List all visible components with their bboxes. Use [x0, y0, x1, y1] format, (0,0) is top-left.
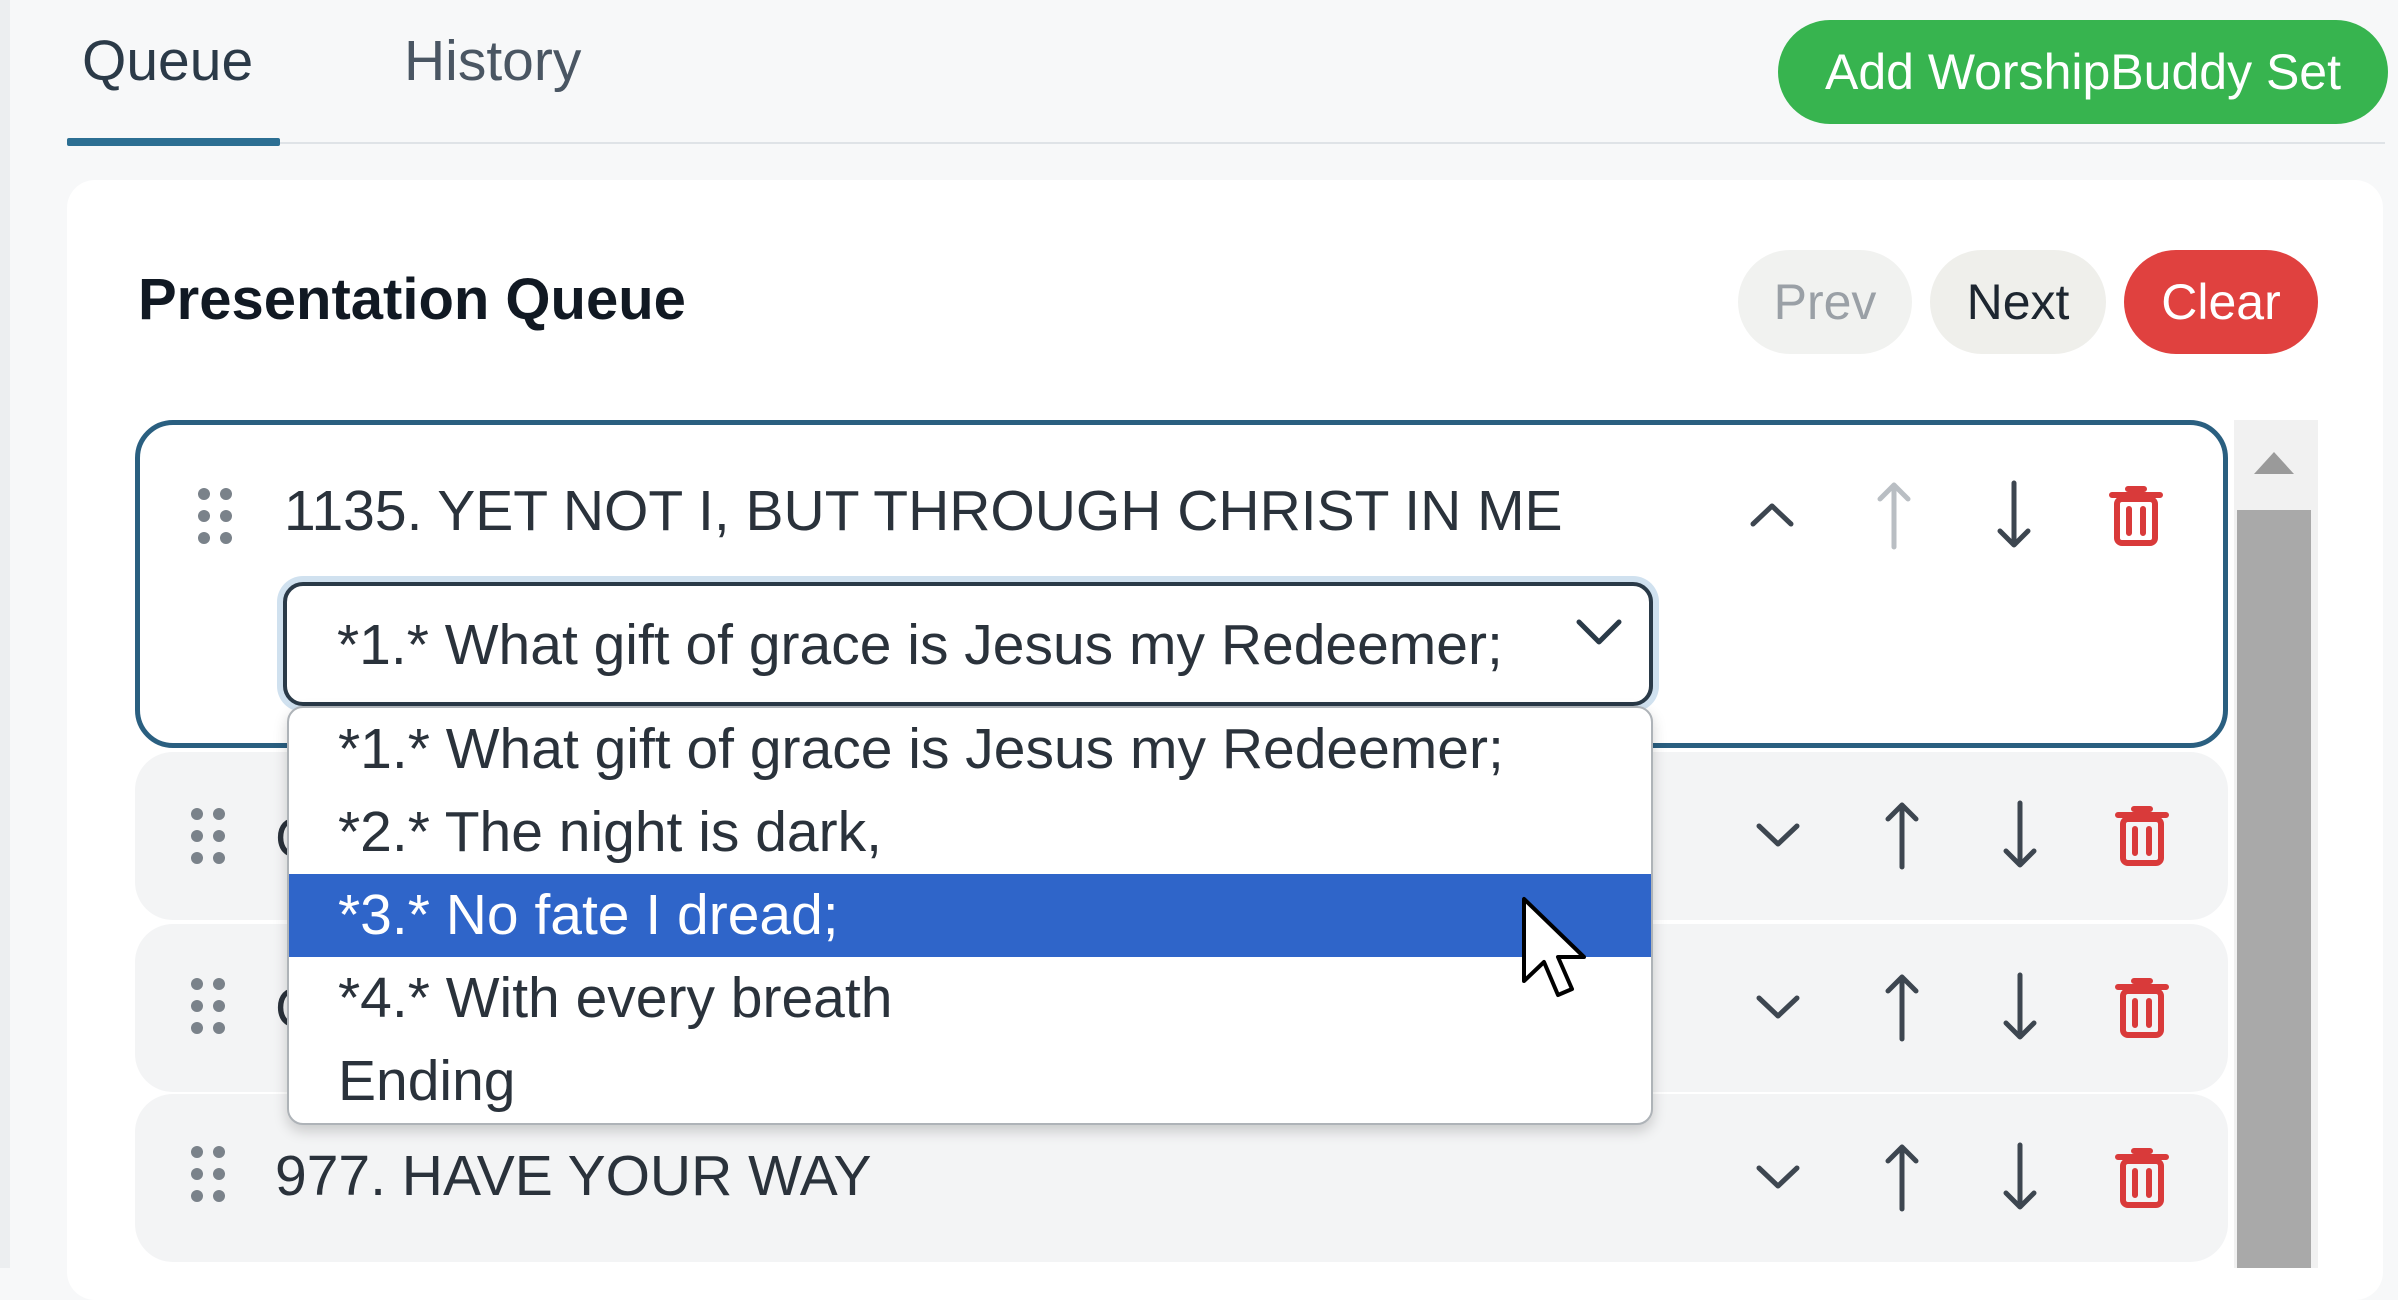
verse-select[interactable]: *1.* What gift of grace is Jesus my Rede… [283, 582, 1653, 706]
next-button[interactable]: Next [1930, 250, 2106, 354]
trash-icon[interactable] [2112, 1142, 2172, 1212]
drag-handle-icon[interactable] [191, 808, 225, 866]
page-title: Presentation Queue [138, 267, 686, 332]
arrow-down-icon[interactable] [1984, 480, 2044, 550]
verse-option[interactable]: *2.* The night is dark, [289, 791, 1651, 874]
arrow-up-icon[interactable] [1872, 800, 1932, 870]
drag-handle-icon[interactable] [191, 978, 225, 1036]
arrow-down-icon[interactable] [1990, 800, 2050, 870]
tab-history[interactable]: History [404, 28, 581, 94]
drag-handle-icon[interactable] [191, 1146, 225, 1204]
chevron-down-icon[interactable] [1748, 972, 1808, 1042]
chevron-down-icon [1575, 616, 1623, 653]
chevron-down-icon[interactable] [1748, 800, 1808, 870]
arrow-down-icon[interactable] [1990, 1142, 2050, 1212]
arrow-up-icon[interactable] [1872, 1142, 1932, 1212]
tabs-divider [67, 142, 2385, 144]
verse-option[interactable]: *4.* With every breath [289, 957, 1651, 1040]
clear-button[interactable]: Clear [2124, 250, 2318, 354]
drag-handle-icon[interactable] [198, 488, 232, 546]
chevron-down-icon[interactable] [1748, 1142, 1808, 1212]
verse-dropdown: *1.* What gift of grace is Jesus my Rede… [287, 706, 1653, 1125]
queue-item-title: 977. HAVE YOUR WAY [275, 1144, 872, 1208]
verse-option[interactable]: *1.* What gift of grace is Jesus my Rede… [289, 708, 1651, 791]
arrow-up-icon[interactable] [1864, 480, 1924, 550]
trash-icon[interactable] [2112, 800, 2172, 870]
verse-option-highlighted[interactable]: *3.* No fate I dread; [289, 874, 1651, 957]
prev-button[interactable]: Prev [1738, 250, 1912, 354]
arrow-down-icon[interactable] [1990, 972, 2050, 1042]
scroll-up-arrow-icon[interactable] [2254, 452, 2294, 474]
trash-icon[interactable] [2106, 480, 2166, 550]
mouse-cursor-icon [1520, 895, 1590, 1012]
chevron-up-icon[interactable] [1742, 480, 1802, 550]
add-worshipbuddy-set-button[interactable]: Add WorshipBuddy Set [1778, 20, 2388, 124]
queue-item-title: 1135. YET NOT I, BUT THROUGH CHRIST IN M… [284, 479, 1563, 543]
verse-option[interactable]: Ending [289, 1040, 1651, 1123]
left-edge [0, 0, 10, 1268]
arrow-up-icon[interactable] [1872, 972, 1932, 1042]
verse-select-value: *1.* What gift of grace is Jesus my Rede… [337, 613, 1503, 677]
scrollbar-thumb[interactable] [2237, 510, 2311, 1268]
active-tab-indicator [67, 138, 280, 146]
trash-icon[interactable] [2112, 972, 2172, 1042]
tab-queue[interactable]: Queue [82, 28, 253, 94]
